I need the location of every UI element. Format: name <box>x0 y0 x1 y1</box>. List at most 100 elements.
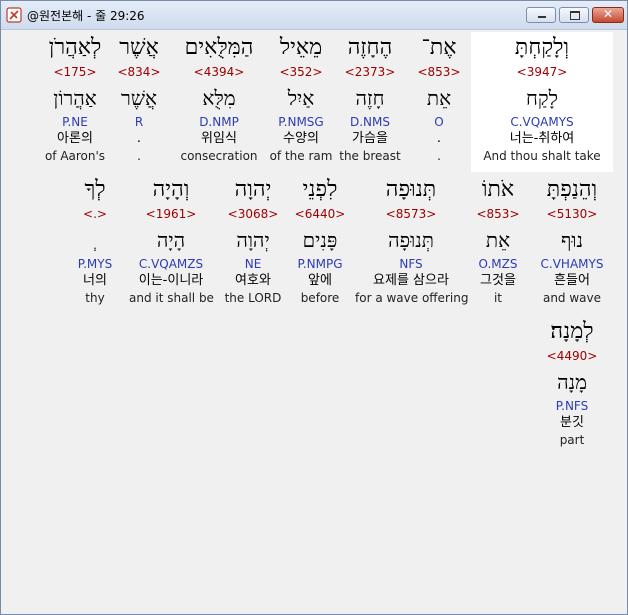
english-gloss: the breast <box>339 149 401 163</box>
strong-number: <6440> <box>294 207 346 221</box>
strong-number: <8573> <box>385 207 437 221</box>
hebrew-word: לִפְנֵי <box>302 177 338 202</box>
interlinear-word[interactable]: לְמָנָה׃ <4490> מָנָה P.NFS 분깃 part <box>531 316 613 448</box>
interlinear-word[interactable]: אֹתוֹ <853> אֵת O.MZS 그것을 it <box>467 174 529 306</box>
close-icon: ✕ <box>602 7 614 21</box>
hebrew-word: מֵאֵיל <box>279 35 323 60</box>
interlinear-word[interactable]: וְהָיָה <1961> הָיָה C.VQAMZS 이는-이니라 and it s… <box>129 174 214 306</box>
minimize-icon <box>538 16 546 18</box>
hebrew-word: הַמִּלֻּאִים <box>184 35 254 60</box>
hebrew-word: וְהֵנַפְתָּ <box>546 177 598 202</box>
strong-number: <2373> <box>344 65 396 79</box>
morphology-code: O <box>434 115 444 129</box>
english-gloss: . <box>137 149 141 163</box>
english-gloss: of the ram <box>269 149 333 163</box>
hebrew-root: ְ <box>65 224 125 256</box>
english-gloss: thy <box>85 291 105 305</box>
korean-gloss: 여호와 <box>235 273 271 288</box>
korean-gloss: 수양의 <box>283 131 319 146</box>
korean-gloss: 흔들어 <box>554 273 590 288</box>
title-bar[interactable]: @원전본해 - 줄 29:26 ✕ <box>1 1 627 30</box>
maximize-icon <box>570 11 580 20</box>
hebrew-root: הָיָה <box>156 228 186 252</box>
interlinear-word[interactable]: לִפְנֵי <6440> פָּנִים P.NMPG 앞에 before <box>293 174 347 306</box>
korean-gloss: 위임식 <box>201 131 237 146</box>
interlinear-word[interactable]: הֶחָזֶה <2373> חָזֶה D.NMS 가슴을 the breast <box>339 32 401 164</box>
english-gloss: before <box>300 291 340 305</box>
hebrew-root: נוּף <box>561 228 583 252</box>
morphology-code: O.MZS <box>478 257 518 271</box>
morphology-code: P.MYS <box>77 257 113 271</box>
morphology-code: NFS <box>399 257 423 271</box>
hebrew-root: מִלֻּא <box>202 86 236 110</box>
close-button[interactable]: ✕ <box>592 7 624 23</box>
korean-gloss: 앞에 <box>308 273 332 288</box>
korean-gloss: . <box>136 131 142 146</box>
hebrew-word: הֶחָזֶה <box>347 35 393 60</box>
morphology-code: P.NFS <box>555 399 589 413</box>
strong-number: <4394> <box>193 65 245 79</box>
interlinear-word[interactable]: תְּנוּפָה <8573> תְּנוּפָה NFS 요제를 삼으라 for a … <box>355 174 468 306</box>
hebrew-root: מָנָה <box>557 370 587 394</box>
strong-number: <1961> <box>145 207 197 221</box>
morphology-code: P.NE <box>62 115 88 129</box>
morphology-code: D.NMS <box>349 115 390 129</box>
interlinear-view: וְלָקַחְתָּ <3947> לָקַח C.VQAMYS 너는-취하여 And … <box>1 30 627 614</box>
interlinear-word[interactable]: לְךָ <.>ְP.MYS 너의 thy <box>65 174 125 306</box>
korean-gloss: . <box>436 131 442 146</box>
interlinear-word[interactable]: אֲשֶׁר <834> אֲשֶׁר R.. <box>113 32 165 164</box>
morphology-code: P.NMPG <box>297 257 343 271</box>
hebrew-root: יְהוָה <box>236 228 270 252</box>
korean-gloss: 요제를 삼으라 <box>373 273 449 288</box>
english-gloss: part <box>559 433 585 447</box>
morphology-code: C.VQAMZS <box>138 257 204 271</box>
strong-number: <175> <box>53 65 97 79</box>
hebrew-word: אֲשֶׁר <box>119 35 159 60</box>
strong-number: <5130> <box>546 207 598 221</box>
maximize-button[interactable] <box>559 7 589 23</box>
minimize-button[interactable] <box>526 7 556 23</box>
english-gloss: it <box>493 291 503 305</box>
hebrew-word: לְאַהֲרֹן <box>48 35 102 60</box>
hebrew-root: אַיִל <box>287 86 315 110</box>
korean-gloss: 가슴을 <box>352 131 388 146</box>
english-gloss: and it shall be <box>129 291 214 305</box>
strong-number: <.> <box>83 207 107 221</box>
window-title: @원전본해 - 줄 29:26 <box>27 9 145 23</box>
korean-gloss: 너의 <box>83 273 107 288</box>
interlinear-word[interactable]: הַמִּלֻּאִים <4394> מִלֻּא D.NMP 위임식 consecra… <box>171 32 267 164</box>
korean-gloss: 분깃 <box>560 415 584 430</box>
interlinear-word[interactable]: וְהֵנַפְתָּ <5130> נוּף C.VHAMYS 흔들어 and wave <box>531 174 613 306</box>
interlinear-word[interactable]: לְאַהֲרֹן <175> אַהֲרוֹן P.NE 아론의 of Aaron's <box>35 32 115 164</box>
english-gloss: . <box>437 149 441 163</box>
interlinear-word[interactable]: מֵאֵיל <352> אַיִל P.NMSG 수양의 of the ram <box>269 32 333 164</box>
app-window: @원전본해 - 줄 29:26 ✕ וְלָקַחְתָּ <3947> לָקַח… <box>0 0 628 615</box>
strong-number: <4490> <box>546 349 598 363</box>
strong-number: <3947> <box>516 65 568 79</box>
interlinear-word[interactable]: יְהוָה <3068> יְהוָה NE 여호와 the LORD <box>223 174 283 306</box>
hebrew-root: תְּנוּפָה <box>388 228 434 252</box>
hebrew-root: אֲשֶׁר <box>121 86 157 110</box>
interlinear-word[interactable]: אֶת־ <853> אֵת O.. <box>409 32 469 164</box>
morphology-code: NE <box>244 257 262 271</box>
hebrew-word: תְּנוּפָה <box>385 177 437 202</box>
bible-app-icon <box>6 7 22 23</box>
hebrew-word: וְהָיָה <box>152 177 190 202</box>
strong-number: <352> <box>279 65 323 79</box>
strong-number: <853> <box>417 65 461 79</box>
korean-gloss: 그것을 <box>480 273 516 288</box>
hebrew-word: אֶת־ <box>421 35 457 60</box>
korean-gloss: 이는-이니라 <box>138 273 204 288</box>
korean-gloss: 아론의 <box>57 131 93 146</box>
hebrew-word: לְךָ <box>84 177 106 202</box>
english-gloss: of Aaron's <box>44 149 106 163</box>
morphology-code: C.VHAMYS <box>540 257 604 271</box>
interlinear-word[interactable]: וְלָקַחְתָּ <3947> לָקַח C.VQAMYS 너는-취하여 And … <box>471 32 613 164</box>
hebrew-root: אַהֲרוֹן <box>53 86 97 110</box>
hebrew-root: אֵת <box>426 86 452 110</box>
korean-gloss: 너는-취하여 <box>509 131 575 146</box>
english-gloss: the LORD <box>224 291 282 305</box>
hebrew-word: אֹתוֹ <box>481 177 515 202</box>
strong-number: <853> <box>476 207 520 221</box>
hebrew-root: לָקַח <box>526 86 558 110</box>
